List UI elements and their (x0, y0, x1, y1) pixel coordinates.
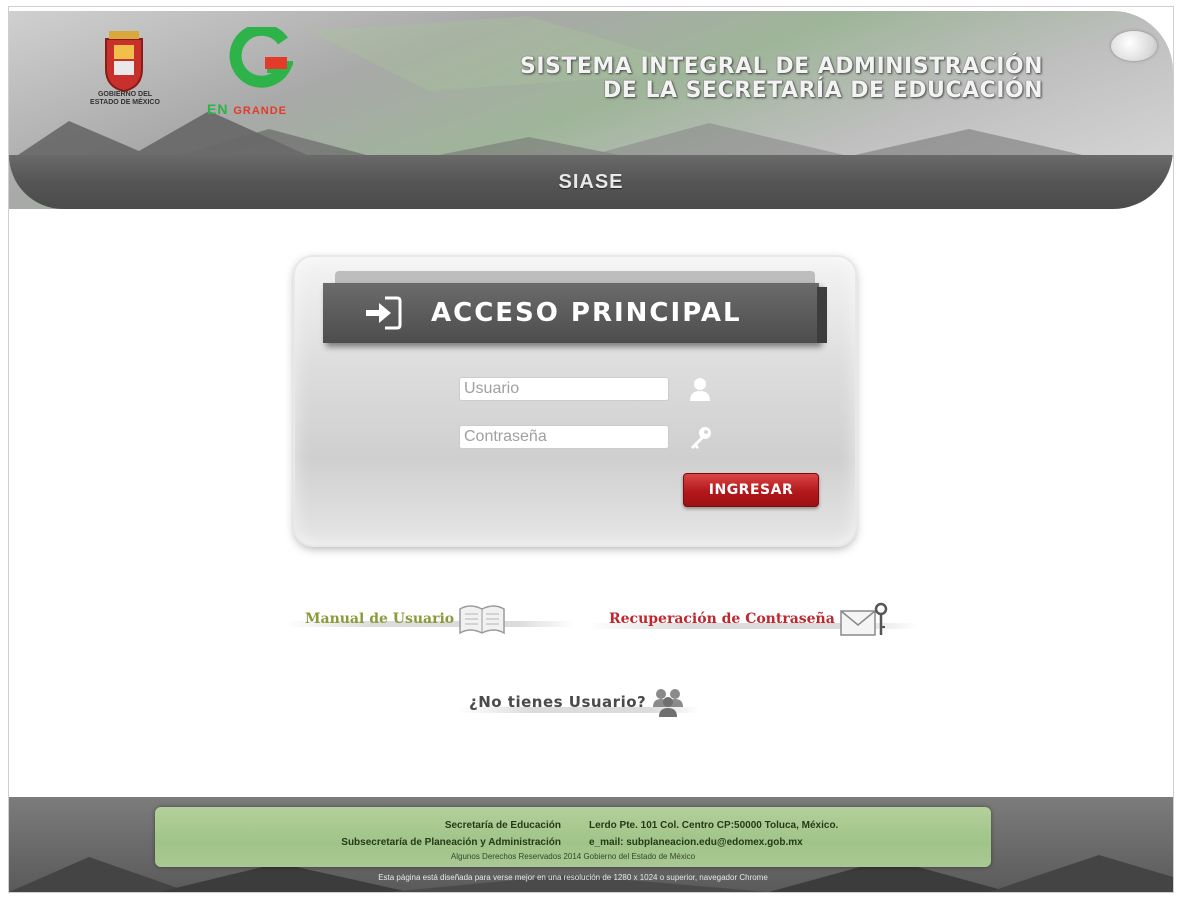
password-input[interactable] (459, 425, 669, 449)
book-icon (459, 605, 505, 635)
system-title: SISTEMA INTEGRAL DE ADMINISTRACIÓN DE LA… (520, 55, 1043, 103)
system-title-line2: DE LA SECRETARÍA DE EDUCACIÓN (603, 78, 1043, 103)
password-recovery-link[interactable]: Recuperación de Contraseña (589, 599, 919, 639)
footer-subdept: Subsecretaría de Planeación y Administra… (341, 837, 561, 848)
manual-link-label[interactable]: Manual de Usuario (305, 611, 454, 627)
no-user-link-label[interactable]: ¿No tienes Usuario? (469, 693, 646, 711)
header-bubble-decoration (1111, 31, 1157, 61)
footer-contact: Lerdo Pte. 101 Col. Centro CP:50000 Tolu… (589, 817, 838, 851)
login-submit-button[interactable]: INGRESAR (683, 473, 819, 507)
banner-edge (817, 287, 827, 343)
footer-address: Lerdo Pte. 101 Col. Centro CP:50000 Tolu… (589, 820, 839, 831)
footer-rights: Algunos Derechos Reservados 2014 Gobiern… (450, 852, 696, 861)
login-arrow-icon (366, 296, 402, 330)
footer-dept: Secretaría de Educación (444, 820, 561, 831)
footer-departments: Secretaría de Educación Subsecretaría de… (341, 817, 561, 851)
login-title: ACCESO PRINCIPAL (431, 298, 742, 328)
system-title-line1: SISTEMA INTEGRAL DE ADMINISTRACIÓN (520, 54, 1043, 79)
footer-info-panel: Secretaría de Educación Subsecretaría de… (155, 807, 991, 867)
gov-edomex-shield-icon (105, 31, 143, 93)
no-user-link[interactable]: ¿No tienes Usuario? (459, 685, 699, 719)
footer-email[interactable]: e_mail: subplaneacion.edu@edomex.gob.mx (589, 834, 838, 851)
gov-logo-text: GOBIERNO DEL ESTADO DE MÉXICO (75, 91, 175, 107)
manual-link[interactable]: Manual de Usuario (285, 599, 575, 639)
recovery-link-label[interactable]: Recuperación de Contraseña (609, 611, 835, 627)
login-banner: ACCESO PRINCIPAL (323, 283, 827, 343)
username-input[interactable] (459, 377, 669, 401)
login-panel: ACCESO PRINCIPAL INGRESAR (295, 257, 855, 545)
site-header: GOBIERNO DEL ESTADO DE MÉXICO EN GRANDE … (9, 11, 1173, 209)
app-name: SIASE (558, 170, 624, 193)
key-icon (691, 427, 711, 449)
footer-browser-notice: Esta página está diseñada para verse mej… (378, 873, 768, 882)
gov-logo-text-line1: GOBIERNO DEL (97, 91, 153, 98)
header-app-bar: SIASE (9, 155, 1173, 209)
page-frame: GOBIERNO DEL ESTADO DE MÉXICO EN GRANDE … (8, 6, 1174, 893)
campaign-en: EN (207, 101, 229, 117)
g-logo-icon (229, 27, 293, 88)
envelope-key-icon (840, 602, 888, 636)
gov-logo-text-line2: ESTADO DE MÉXICO (90, 99, 160, 106)
user-icon (690, 378, 710, 401)
site-footer: Secretaría de Educación Subsecretaría de… (9, 797, 1173, 892)
campaign-grande: GRANDE (233, 105, 288, 117)
users-group-icon (653, 689, 684, 717)
campaign-logo-text: EN GRANDE (207, 101, 287, 117)
